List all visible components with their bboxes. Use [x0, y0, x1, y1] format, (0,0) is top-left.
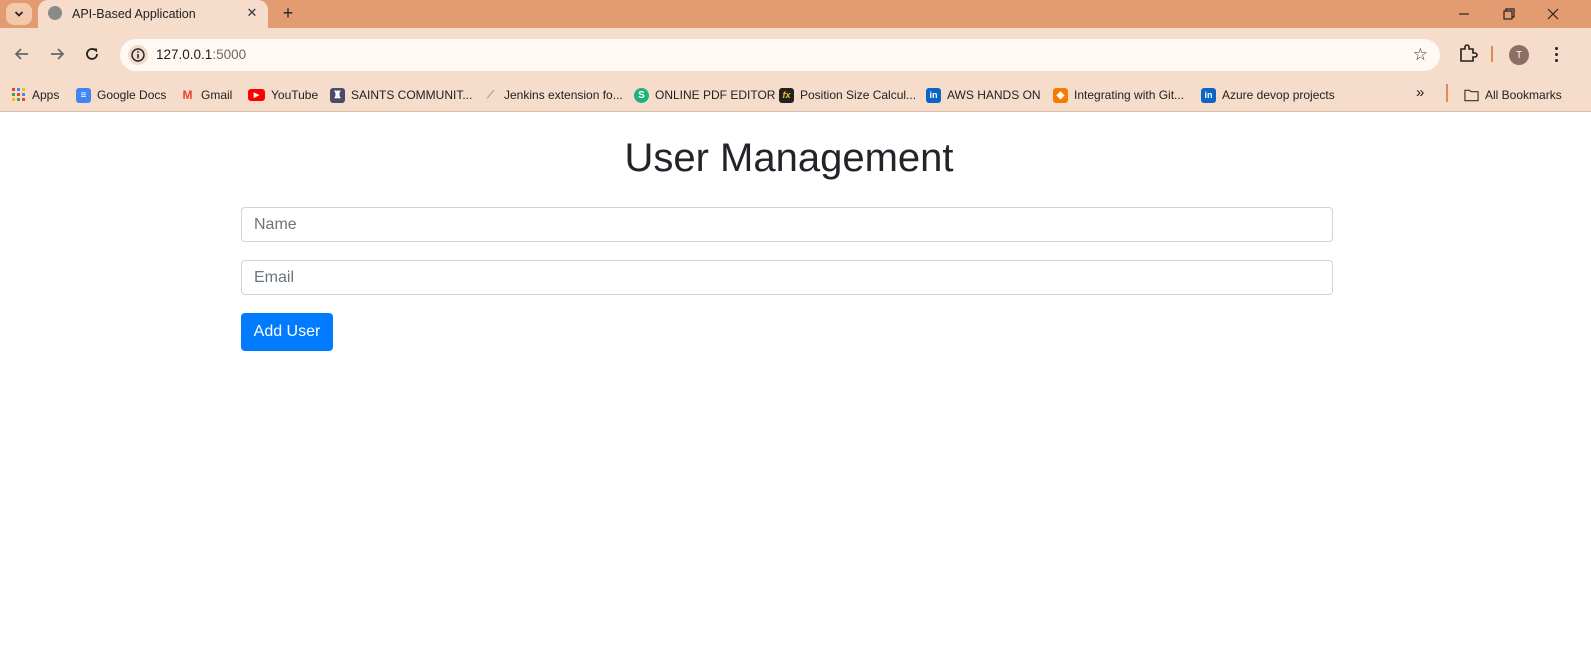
tab-title: API-Based Application: [72, 7, 196, 21]
forward-button[interactable]: [44, 41, 70, 67]
saints-icon: ♜: [330, 87, 345, 103]
fx-icon: fx: [779, 87, 794, 103]
chevron-down-icon: [14, 11, 24, 17]
google-docs-icon: ≡: [76, 87, 91, 103]
bookmark-azure-devop-projects[interactable]: in Azure devop projects: [1201, 84, 1335, 106]
restore-icon: [1503, 8, 1515, 20]
bookmark-label: Jenkins extension fo...: [504, 88, 623, 102]
all-bookmarks-button[interactable]: All Bookmarks: [1464, 84, 1562, 106]
bookmark-saints-community[interactable]: ♜ SAINTS COMMUNIT...: [330, 84, 472, 106]
gmail-icon: M: [182, 88, 193, 102]
globe-icon: [48, 6, 62, 20]
bookmark-label: Apps: [32, 88, 60, 102]
minimize-icon: [1459, 13, 1469, 15]
bookmark-google-docs[interactable]: ≡ Google Docs: [76, 84, 166, 106]
url-host: 127.0.0.1: [156, 47, 213, 62]
page-content: User Management Add User: [0, 112, 1591, 665]
bookmark-label: Gmail: [201, 88, 233, 102]
close-tab-icon[interactable]: ✕: [244, 5, 260, 21]
extensions-button[interactable]: [1457, 42, 1479, 64]
bookmark-aws-hands-on[interactable]: in AWS HANDS ON: [926, 84, 1041, 106]
bookmark-label: YouTube: [271, 88, 319, 102]
bookmark-label: ONLINE PDF EDITOR: [655, 88, 776, 102]
back-arrow-icon: [14, 48, 28, 60]
forward-arrow-icon: [51, 48, 65, 60]
email-input[interactable]: [241, 260, 1333, 295]
bookmark-youtube[interactable]: ▶ YouTube: [248, 84, 318, 106]
page-title: User Management: [624, 136, 954, 180]
more-bookmarks-chevron-icon[interactable]: »: [1416, 84, 1424, 101]
menu-dot-icon: [1554, 58, 1558, 62]
tab-strip: API-Based Application ✕ +: [0, 0, 1591, 28]
package-icon: ◆: [1053, 87, 1068, 103]
profile-avatar[interactable]: T: [1509, 45, 1529, 65]
pdf-editor-icon: S: [634, 87, 649, 103]
bookmark-position-size-calculator[interactable]: fx Position Size Calcul...: [779, 84, 916, 106]
minimize-button[interactable]: [1444, 0, 1484, 28]
back-button[interactable]: [9, 41, 35, 67]
bookmark-integrating-with-git[interactable]: ◆ Integrating with Git...: [1053, 84, 1184, 106]
all-bookmarks-label: All Bookmarks: [1485, 88, 1562, 102]
browser-toolbar: 127.0.0.1:5000 ☆ T: [0, 28, 1591, 80]
bookmark-label: SAINTS COMMUNIT...: [351, 88, 473, 102]
bookmark-gmail[interactable]: M Gmail: [180, 84, 233, 106]
bookmarks-bar: Apps ≡ Google Docs M Gmail ▶ YouTube ♜ S…: [0, 80, 1591, 112]
site-info-icon[interactable]: [128, 45, 148, 65]
bookmark-label: Position Size Calcul...: [800, 88, 917, 102]
close-window-button[interactable]: [1533, 0, 1573, 28]
bookmark-label: AWS HANDS ON: [947, 88, 1041, 102]
bookmark-online-pdf-editor[interactable]: S ONLINE PDF EDITOR: [634, 84, 775, 106]
close-icon: [1547, 8, 1559, 20]
new-tab-button[interactable]: +: [278, 3, 298, 23]
tab-search-button[interactable]: [6, 3, 32, 25]
menu-dot-icon: [1554, 52, 1558, 56]
folder-icon: [1464, 88, 1479, 103]
youtube-icon: ▶: [248, 89, 265, 101]
apps-grid-icon: [11, 88, 26, 103]
url-text[interactable]: 127.0.0.1:5000: [156, 47, 246, 62]
bookmark-label: Google Docs: [97, 88, 167, 102]
bookmark-jenkins-extension[interactable]: ⟋ Jenkins extension fo...: [483, 84, 623, 106]
address-bar[interactable]: 127.0.0.1:5000 ☆: [120, 39, 1440, 71]
reload-icon: [86, 48, 98, 60]
puzzle-icon: [1460, 44, 1478, 62]
add-user-button[interactable]: Add User: [241, 313, 333, 351]
restore-button[interactable]: [1489, 0, 1529, 28]
jenkins-icon: ⟋: [487, 89, 494, 101]
bookmark-apps[interactable]: Apps: [11, 84, 59, 106]
browser-menu-button[interactable]: [1546, 42, 1566, 66]
bookmark-star-icon[interactable]: ☆: [1413, 45, 1428, 65]
linkedin-icon: in: [926, 87, 941, 103]
menu-dot-icon: [1554, 46, 1558, 50]
reload-button[interactable]: [79, 41, 105, 67]
bookmark-label: Azure devop projects: [1222, 88, 1335, 102]
url-port: :5000: [212, 47, 247, 62]
linkedin-icon: in: [1201, 87, 1216, 103]
bookmarks-divider: [1446, 84, 1448, 102]
bookmark-label: Integrating with Git...: [1074, 88, 1185, 102]
toolbar-divider: [1491, 46, 1493, 62]
name-input[interactable]: [241, 207, 1333, 242]
tab-api-based-application[interactable]: API-Based Application ✕: [38, 0, 268, 28]
